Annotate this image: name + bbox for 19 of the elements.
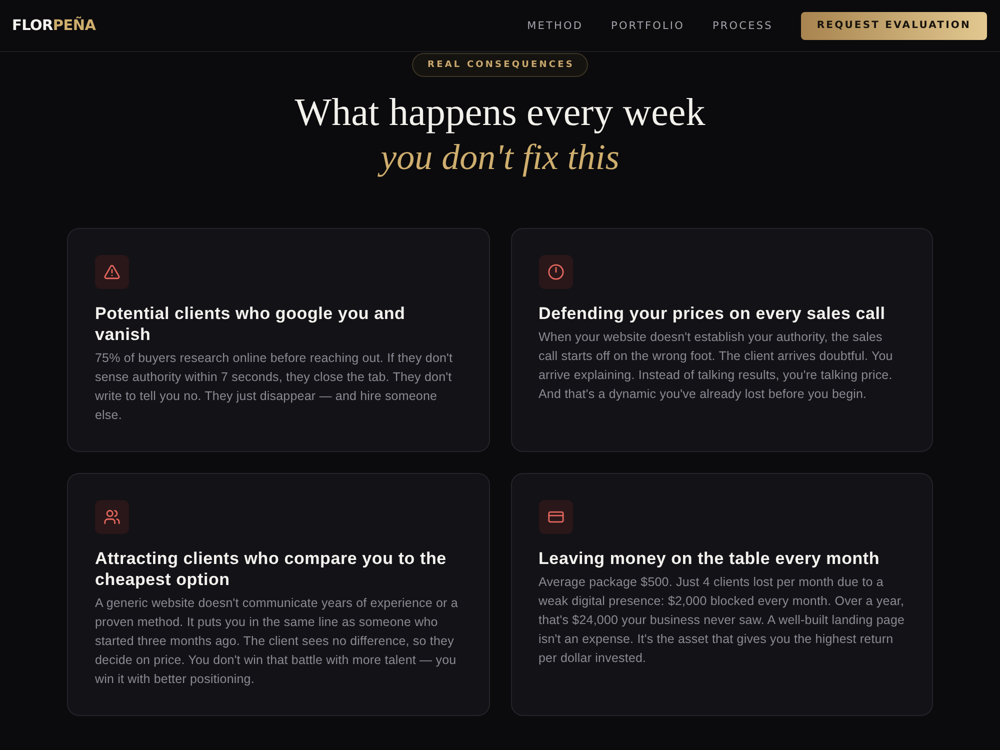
logo[interactable]: FLORPEÑA <box>12 18 96 34</box>
card-title: Defending your prices on every sales call <box>538 303 886 324</box>
users-icon <box>95 500 129 534</box>
warning-icon <box>95 255 129 289</box>
card-title: Attracting clients who compare you to the cheapest option <box>95 548 448 590</box>
credit-card-icon <box>538 500 572 534</box>
card-text: Average package $500. Just 4 clients lost per month due to a weak digital presence: $2,000 blocked every month. Over a year, that's $24,000 your business never saw. A well-built landing page isn't an expense. It's the asset that gives you the highest return per dollar invested. <box>538 574 905 667</box>
clock-icon <box>538 255 572 289</box>
nav-link[interactable]: PORTFOLIO <box>611 20 684 32</box>
card-title: Leaving money on the table every month <box>538 548 881 569</box>
nav-link[interactable]: METHOD <box>527 20 584 32</box>
card-text: When your website doesn't establish your authority, the sales call starts off on the wrong foot. The client arrives doubtful. You arrive explaining. Instead of talking results, you're talking price. And that's a dynamic you've already lost before you begin. <box>538 329 894 403</box>
section-heading: What happens every week <box>294 91 706 135</box>
nav-link[interactable]: PROCESS <box>712 20 773 32</box>
card-title: Potential clients who google you and vanish <box>95 303 406 345</box>
card-text: A generic website doesn't communicate years of experience or a proven method. It puts you in the same line as someone who started three months ago. The client sees no difference, so they decide on price. You don't win that battle with more talent — you win it with better positioning. <box>95 595 459 688</box>
request-evaluation-button[interactable]: REQUEST EVALUATION <box>800 12 987 40</box>
card-text: 75% of buyers research online before reaching out. If they don't sense authority within 7 seconds, they close the tab. They don't write to tell you no. They just disappear — and hire someone else. <box>95 350 454 424</box>
section-badge: REAL CONSEQUENCES <box>412 53 588 77</box>
